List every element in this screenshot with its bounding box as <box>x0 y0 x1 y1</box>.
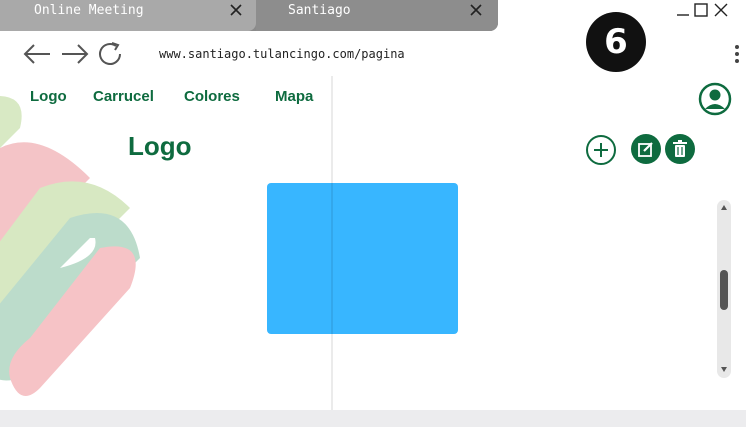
scroll-up-icon[interactable] <box>720 204 728 212</box>
close-icon[interactable] <box>468 2 484 18</box>
add-circle-icon[interactable] <box>585 134 617 166</box>
trash-icon[interactable] <box>665 134 695 164</box>
tab-label: Santiago <box>288 3 351 18</box>
edit-icon[interactable] <box>631 134 661 164</box>
forward-arrow-icon[interactable] <box>60 40 90 68</box>
tab-label: Online Meeting <box>34 3 144 18</box>
footer-bar <box>0 410 746 427</box>
close-icon[interactable] <box>713 2 729 18</box>
address-bar[interactable]: www.santiago.tulancingo.com/pagina <box>159 47 405 61</box>
reload-icon[interactable] <box>97 40 127 68</box>
minimize-icon[interactable] <box>675 2 691 18</box>
kebab-menu-icon[interactable] <box>730 42 744 66</box>
divider <box>331 76 333 427</box>
scroll-down-icon[interactable] <box>720 365 728 373</box>
nav-link-mapa[interactable]: Mapa <box>275 88 313 105</box>
tab-santiago[interactable]: Santiago <box>256 0 498 31</box>
maximize-icon[interactable] <box>693 2 709 18</box>
close-icon[interactable] <box>228 2 244 18</box>
nav-link-colores[interactable]: Colores <box>184 88 240 105</box>
tab-online-meeting[interactable]: Online Meeting <box>0 0 256 31</box>
back-arrow-icon[interactable] <box>22 40 52 68</box>
scrollbar-thumb[interactable] <box>720 270 728 310</box>
logo-preview <box>267 183 458 334</box>
nav-link-carrucel[interactable]: Carrucel <box>93 88 154 105</box>
user-icon[interactable] <box>698 82 732 116</box>
step-badge: 6 <box>586 12 646 72</box>
page-title: Logo <box>128 131 192 161</box>
scrollbar[interactable] <box>717 200 731 378</box>
tab-strip: Online Meeting Santiago <box>0 0 498 31</box>
nav-link-logo[interactable]: Logo <box>30 88 67 105</box>
